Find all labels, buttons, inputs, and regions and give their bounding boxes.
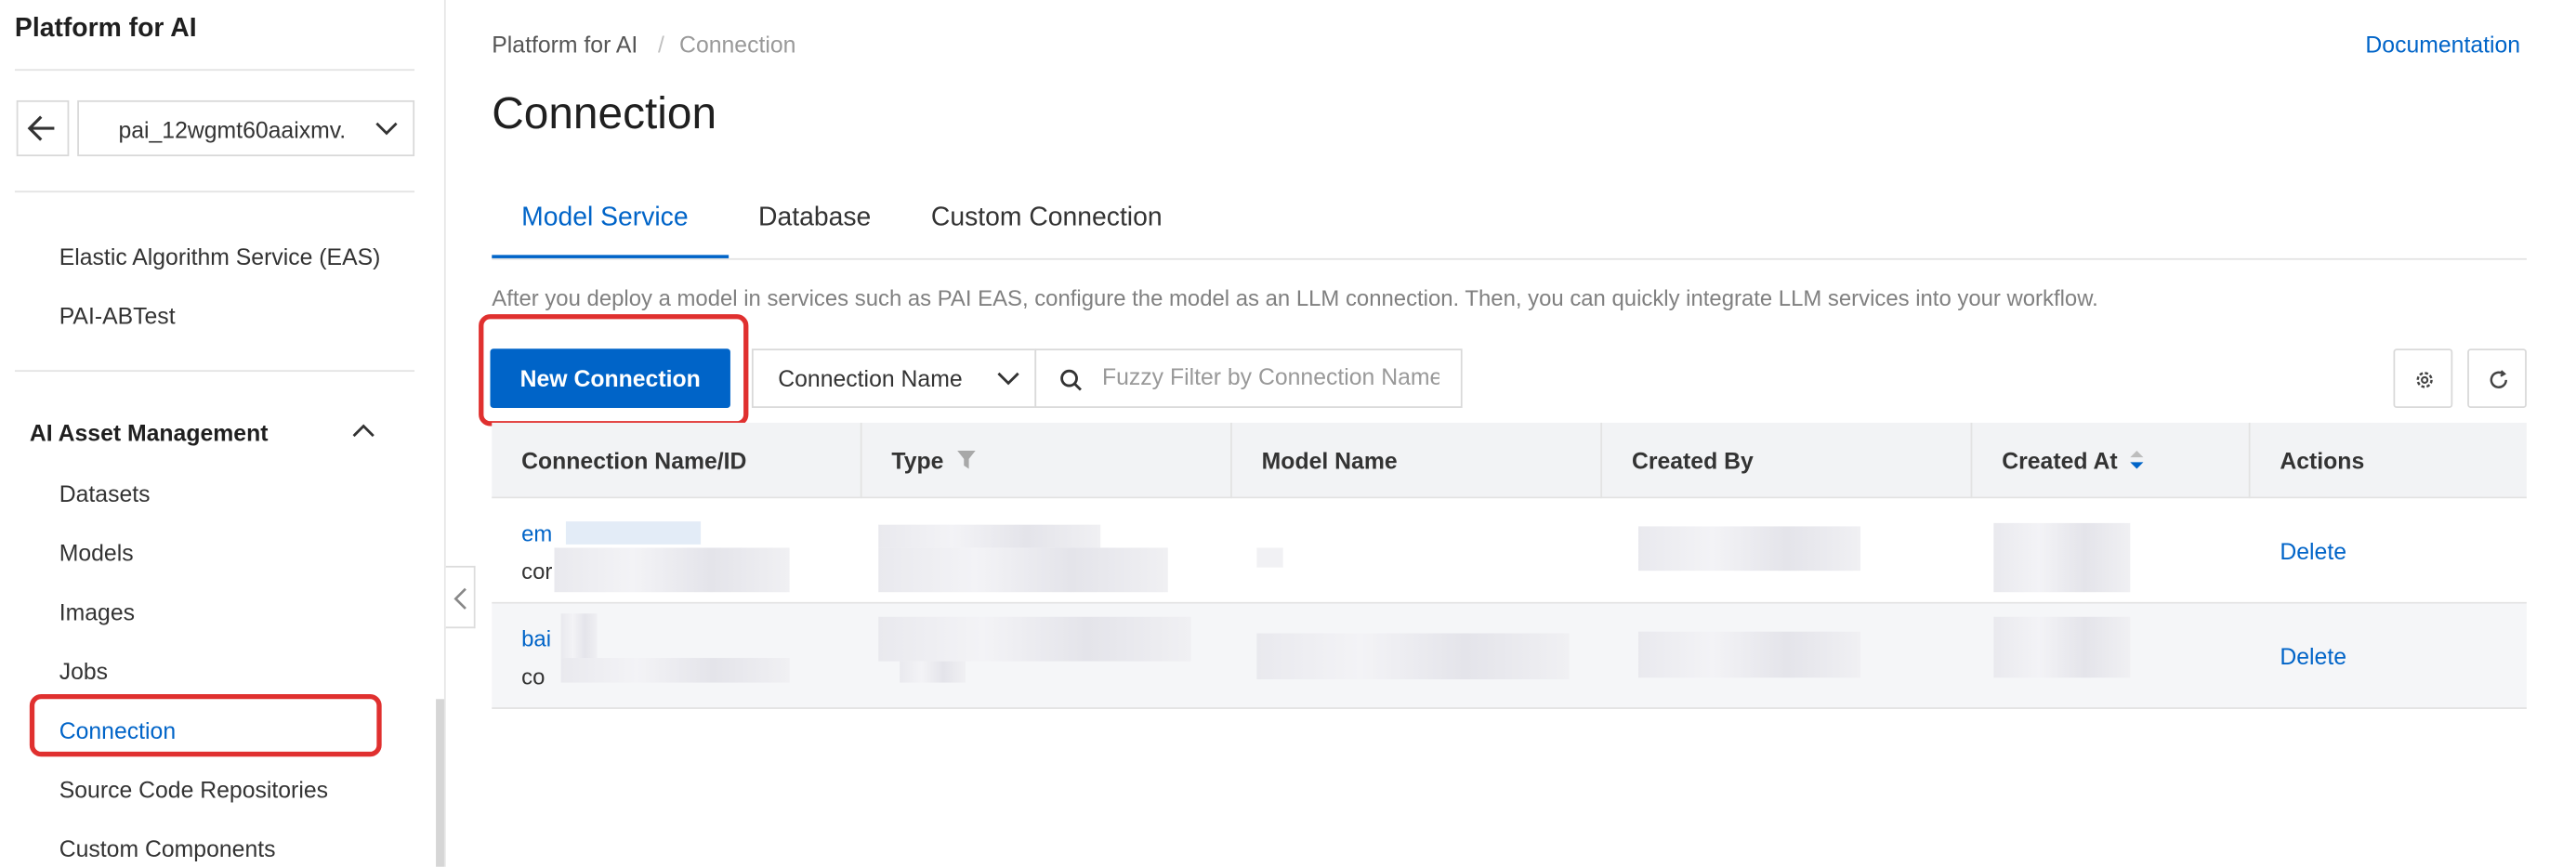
sort-icon[interactable] (2129, 447, 2146, 473)
tab-database[interactable]: Database (758, 204, 871, 233)
divider (14, 370, 415, 373)
column-divider (860, 422, 862, 499)
settings-button[interactable] (2393, 348, 2453, 408)
table-header: Connection Name/ID Type Model Name Creat… (492, 422, 2527, 499)
sidebar-item-jobs[interactable]: Jobs (59, 658, 108, 684)
table-row: em cor Delete (492, 498, 2527, 604)
column-header-name: Connection Name/ID (521, 447, 747, 474)
redacted-text (1993, 616, 2131, 678)
sidebar-item-eas[interactable]: Elastic Algorithm Service (EAS) (59, 243, 381, 269)
filter-field-select[interactable]: Connection Name (751, 348, 1037, 408)
redacted-text (1256, 547, 1283, 568)
workspace-select[interactable]: pai_12wgmt60aaixmv. (77, 99, 415, 157)
divider (14, 190, 415, 193)
gear-icon (2416, 372, 2433, 388)
tab-custom-connection[interactable]: Custom Connection (931, 204, 1163, 233)
redacted-text (554, 547, 790, 593)
redacted-text (900, 661, 966, 683)
breadcrumb-current: Connection (679, 31, 796, 58)
divider (14, 69, 415, 72)
connection-name-link[interactable]: bai (521, 626, 551, 651)
chevron-down-icon (997, 372, 1019, 386)
highlight-box-new-connection (479, 314, 749, 427)
chevron-left-icon (453, 587, 467, 610)
highlight-box-sidebar-connection (29, 693, 382, 757)
sidebar-item-images[interactable]: Images (59, 598, 135, 624)
filter-field-value: Connection Name (778, 364, 963, 392)
redacted-text (878, 524, 1101, 548)
sidebar-item-pai-abtest[interactable]: PAI-ABTest (59, 303, 176, 329)
redacted-text (1256, 633, 1570, 680)
redacted-text (565, 521, 702, 545)
delete-link[interactable]: Delete (2280, 538, 2346, 564)
column-divider (1600, 422, 1603, 499)
sidebar: Platform for AI pai_12wgmt60aaixmv. Elas… (0, 0, 446, 867)
column-header-actions: Actions (2280, 447, 2365, 474)
active-tab-indicator (492, 255, 729, 258)
redacted-text (1993, 522, 2131, 593)
sidebar-collapse-button[interactable] (445, 565, 476, 629)
sidebar-scrollbar[interactable] (436, 699, 444, 867)
sidebar-title: Platform for AI (14, 14, 197, 44)
arrow-left-icon (27, 115, 55, 141)
column-divider (1970, 422, 1973, 499)
column-divider (1230, 422, 1232, 499)
breadcrumb-separator: / (658, 31, 664, 58)
refresh-icon (2490, 370, 2507, 388)
page-title: Connection (492, 88, 717, 138)
redacted-text (878, 547, 1168, 593)
workspace-name: pai_12wgmt60aaixmv. (118, 116, 347, 143)
redacted-text (1638, 631, 1860, 678)
sidebar-item-custom-components[interactable]: Custom Components (59, 835, 276, 861)
column-header-model-name: Model Name (1261, 447, 1398, 474)
redacted-text (1638, 526, 1860, 571)
chevron-up-icon[interactable] (350, 419, 376, 442)
page-description: After you deploy a model in services suc… (492, 285, 2098, 311)
sidebar-group-ai-asset-management[interactable]: AI Asset Management (30, 419, 269, 445)
back-button[interactable] (16, 99, 70, 157)
column-divider (2248, 422, 2251, 499)
connection-id: co (521, 664, 545, 690)
refresh-button[interactable] (2467, 348, 2527, 408)
sidebar-item-datasets[interactable]: Datasets (59, 480, 151, 506)
sidebar-item-models[interactable]: Models (59, 540, 134, 566)
delete-link[interactable]: Delete (2280, 643, 2346, 669)
documentation-link[interactable]: Documentation (2365, 32, 2520, 58)
table-row: bai co Delete (492, 603, 2527, 709)
column-header-created-at[interactable]: Created At (2002, 447, 2117, 473)
tabs-divider (492, 257, 2527, 260)
breadcrumb-root[interactable]: Platform for AI (492, 32, 637, 58)
redacted-text (560, 658, 790, 683)
search-icon (1060, 369, 1082, 391)
redacted-text (878, 616, 1191, 662)
column-header-type: Type (891, 447, 944, 474)
search-input[interactable] (1101, 363, 1439, 390)
column-header-created-by: Created By (1631, 447, 1754, 474)
search-box[interactable] (1034, 348, 1463, 408)
filter-icon[interactable] (955, 449, 977, 470)
chevron-down-icon (375, 122, 398, 136)
connection-id: cor (521, 558, 553, 585)
redacted-text (560, 613, 598, 659)
sidebar-item-source-code-repositories[interactable]: Source Code Repositories (59, 776, 328, 802)
tab-model-service[interactable]: Model Service (521, 204, 688, 233)
connection-name-link[interactable]: em (521, 521, 552, 546)
